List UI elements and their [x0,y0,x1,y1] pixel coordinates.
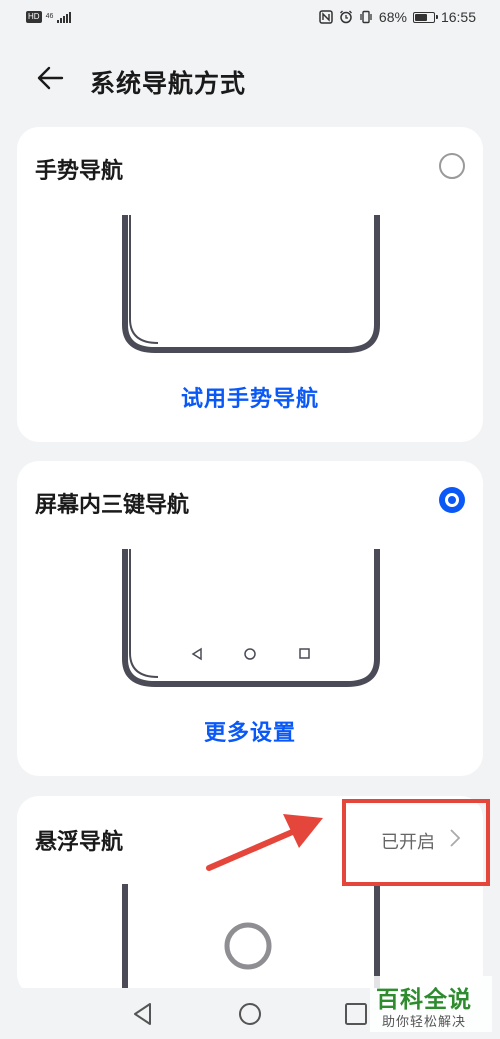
battery-percent: 68% [378,9,407,25]
status-right: 68% 16:55 [319,9,476,25]
page-title: 系统导航方式 [90,69,247,98]
floating-dock-icon [224,922,272,970]
more-settings-link[interactable]: 更多设置 [17,715,483,747]
status-bar: HD 46 68% 16:55 [0,0,500,40]
try-gesture-link[interactable]: 试用手势导航 [17,381,483,413]
vibrate-icon [360,10,372,24]
hd-badge: HD [26,11,42,23]
radio-gesture[interactable] [439,153,465,179]
radio-three-key[interactable] [439,487,465,513]
nfc-icon [319,10,333,24]
recents-square-icon [299,648,310,659]
watermark-subtitle: 助你轻松解决 [382,1015,467,1030]
alarm-icon [339,10,352,24]
signal-icon [57,11,72,23]
phone-illustration [122,215,380,353]
option-title: 屏幕内三键导航 [35,493,190,518]
back-triangle-icon [191,647,202,661]
option-title: 悬浮导航 [35,830,124,855]
arrow-left-icon[interactable] [34,62,66,94]
home-circle-icon[interactable] [236,1000,264,1028]
network-type: 46 [45,13,54,20]
option-card-gesture[interactable]: 手势导航 试用手势导航 [17,127,483,442]
annotation-arrow-icon [206,814,323,871]
battery-icon [412,11,438,23]
clock: 16:55 [440,9,476,25]
back-triangle-icon[interactable] [130,1000,158,1028]
option-card-three-key[interactable]: 屏幕内三键导航 更多设置 [17,461,483,776]
option-title: 手势导航 [35,159,124,184]
phone-illustration [122,884,380,996]
phone-illustration [122,549,380,687]
status-left: HD 46 [26,11,72,23]
page-header: 系统导航方式 [0,52,500,104]
watermark-title: 百科全说 [376,987,472,1013]
annotation-highlight-box [342,799,490,886]
watermark: 百科全说 助你轻松解决 [370,976,492,1032]
recents-square-icon[interactable] [342,1000,370,1028]
home-circle-icon [244,648,256,660]
